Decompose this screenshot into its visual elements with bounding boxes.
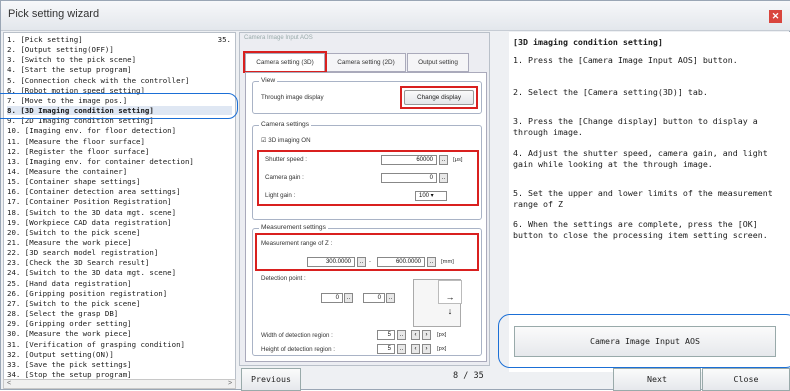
step-list-page-label: 35. xyxy=(217,35,231,44)
red-highlight-tab xyxy=(243,51,327,73)
camera-settings-label: Camera settings xyxy=(259,121,312,128)
instruction-step: 4. Adjust the shutter speed, camera gain… xyxy=(513,148,768,169)
step-list-item[interactable]: 2. [Output setting(OFF)] xyxy=(7,45,114,54)
panel-title: Camera Image Input AOS xyxy=(244,35,313,41)
step-list-item[interactable]: 24. [Switch to the 3D data mgt. scene] xyxy=(7,268,176,277)
width-browse-button[interactable]: .. xyxy=(397,330,406,340)
height-region-input[interactable]: 5 xyxy=(377,344,395,354)
close-button[interactable]: Close xyxy=(702,368,790,391)
detection-y-input[interactable]: 0 xyxy=(363,293,385,303)
step-list-item[interactable]: 21. [Measure the work piece] xyxy=(7,238,132,247)
step-list-item[interactable]: 29. [Gripping order setting] xyxy=(7,319,132,328)
instruction-step: 2. Select the [Camera setting(3D)] tab. xyxy=(513,87,708,97)
step-list-item[interactable]: 32. [Output setting(ON)] xyxy=(7,350,114,359)
height-region-label: Height of detection region : xyxy=(261,346,335,353)
width-unit: [px] xyxy=(437,332,447,338)
step-list-item[interactable]: 10. [Imaging env. for floor detection] xyxy=(7,126,176,135)
red-highlight-measurement-range xyxy=(255,233,479,271)
height-unit: [px] xyxy=(437,346,447,352)
height-decrease-icon[interactable]: ‹ xyxy=(411,344,420,354)
width-increase-icon[interactable]: › xyxy=(422,330,431,340)
camera-image-input-panel: Camera Image Input AOS Camera setting (3… xyxy=(239,32,490,366)
step-list-item[interactable]: 23. [Check the 3D Search result] xyxy=(7,258,149,267)
step-list-item[interactable]: 15. [Container shape settings] xyxy=(7,177,141,186)
horizontal-scrollbar[interactable]: < > xyxy=(3,379,236,389)
step-list-item[interactable]: 12. [Register the floor surface] xyxy=(7,147,149,156)
step-list-item[interactable]: 16. [Container detection area settings] xyxy=(7,187,181,196)
red-highlight-camera-settings xyxy=(257,150,479,206)
scroll-right-icon[interactable]: > xyxy=(225,380,235,388)
width-region-input[interactable]: 5 xyxy=(377,330,395,340)
tab-output-setting[interactable]: Output setting xyxy=(407,53,469,72)
measurement-settings-label: Measurement settings xyxy=(259,224,328,231)
camera-image-input-highlight xyxy=(498,314,790,368)
step-list-item[interactable]: 30. [Measure the work piece] xyxy=(7,329,132,338)
step-list-item[interactable]: 22. [3D search model registration] xyxy=(7,248,158,257)
imaging-on-checkbox[interactable]: ☑ 3D imaging ON xyxy=(261,137,311,144)
instruction-step: 3. Press the [Change display] button to … xyxy=(513,116,758,137)
detection-point-label: Detection point : xyxy=(261,275,306,282)
instruction-step: 1. Press the [Camera Image Input AOS] bu… xyxy=(513,55,738,65)
height-browse-button[interactable]: .. xyxy=(397,344,406,354)
camera-settings-group: Camera settings ☑ 3D imaging ON Shutter … xyxy=(252,121,482,220)
close-icon[interactable]: ✕ xyxy=(769,10,782,23)
step-list-item[interactable]: 4. [Start the setup program] xyxy=(7,65,132,74)
step-list-item[interactable]: 26. [Gripping position registration] xyxy=(7,289,167,298)
step-list-item[interactable]: 31. [Verification of grasping condition] xyxy=(7,340,185,349)
tab-camera-setting-2d[interactable]: Camera setting (2D) xyxy=(326,53,406,72)
step-list-item[interactable]: 20. [Switch to the pick scene] xyxy=(7,228,141,237)
next-button[interactable]: Next xyxy=(613,368,701,391)
step-list-item[interactable]: 25. [Hand data registration] xyxy=(7,279,132,288)
step-list-item[interactable]: 3. [Switch to the pick scene] xyxy=(7,55,136,64)
imaging-on-label: 3D imaging ON xyxy=(268,137,311,144)
red-highlight-change-display xyxy=(400,86,478,109)
step-counter: 8 / 35 xyxy=(453,371,484,381)
instruction-heading: [3D imaging condition setting] xyxy=(513,37,663,47)
step-list-item[interactable]: 27. [Switch to the pick scene] xyxy=(7,299,141,308)
step-list-item[interactable]: 19. [Workpiece CAD data registration] xyxy=(7,218,172,227)
width-decrease-icon[interactable]: ‹ xyxy=(411,330,420,340)
scroll-left-icon[interactable]: < xyxy=(4,380,14,388)
instruction-step: 6. When the settings are complete, press… xyxy=(513,219,768,240)
step-list-item[interactable]: 11. [Measure the floor surface] xyxy=(7,137,145,146)
step-list-item[interactable]: 5. [Connection check with the controller… xyxy=(7,76,189,85)
instruction-step: 5. Set the upper and lower limits of the… xyxy=(513,188,773,209)
through-image-label: Through image display xyxy=(261,94,324,101)
step-list-item[interactable]: 18. [Switch to the 3D data mgt. scene] xyxy=(7,208,176,217)
selected-step-highlight xyxy=(0,93,238,119)
step-list-item[interactable]: 1. [Pick setting] xyxy=(7,35,83,44)
step-list-item[interactable]: 17. [Container Position Registration] xyxy=(7,197,172,206)
view-group-label: View xyxy=(259,77,278,84)
step-list-item[interactable]: 33. [Save the pick settings] xyxy=(7,360,132,369)
previous-button[interactable]: Previous xyxy=(241,368,301,391)
step-list-item[interactable]: 13. [Imaging env. for container detectio… xyxy=(7,157,194,166)
width-region-label: Width of detection region : xyxy=(261,332,333,339)
tab-content: View Through image display Change displa… xyxy=(245,72,487,362)
detection-x-input[interactable]: 0 xyxy=(321,293,343,303)
arrow-right-icon[interactable]: → xyxy=(438,292,462,302)
step-list-item[interactable]: 14. [Measure the container] xyxy=(7,167,127,176)
detection-y-browse-button[interactable]: .. xyxy=(386,293,395,303)
view-group: View Through image display Change displa… xyxy=(252,77,482,114)
step-list-item[interactable]: 28. [Select the grasp DB] xyxy=(7,309,118,318)
wizard-window: Pick setting wizard ✕ 35. 1. [Pick setti… xyxy=(0,0,790,391)
detection-x-browse-button[interactable]: .. xyxy=(344,293,353,303)
window-title: Pick setting wizard xyxy=(8,8,100,20)
step-list-item[interactable]: 34. [Stop the setup program] xyxy=(7,370,132,379)
measurement-settings-group: Measurement settings Measurement range o… xyxy=(252,224,482,356)
arrow-down-icon[interactable]: ↓ xyxy=(438,306,462,316)
height-increase-icon[interactable]: › xyxy=(422,344,431,354)
title-bar: Pick setting wizard ✕ xyxy=(1,1,790,31)
direction-pad: → ↓ xyxy=(413,279,462,327)
step-list[interactable]: 35. 1. [Pick setting] 2. [Output setting(… xyxy=(3,32,236,382)
